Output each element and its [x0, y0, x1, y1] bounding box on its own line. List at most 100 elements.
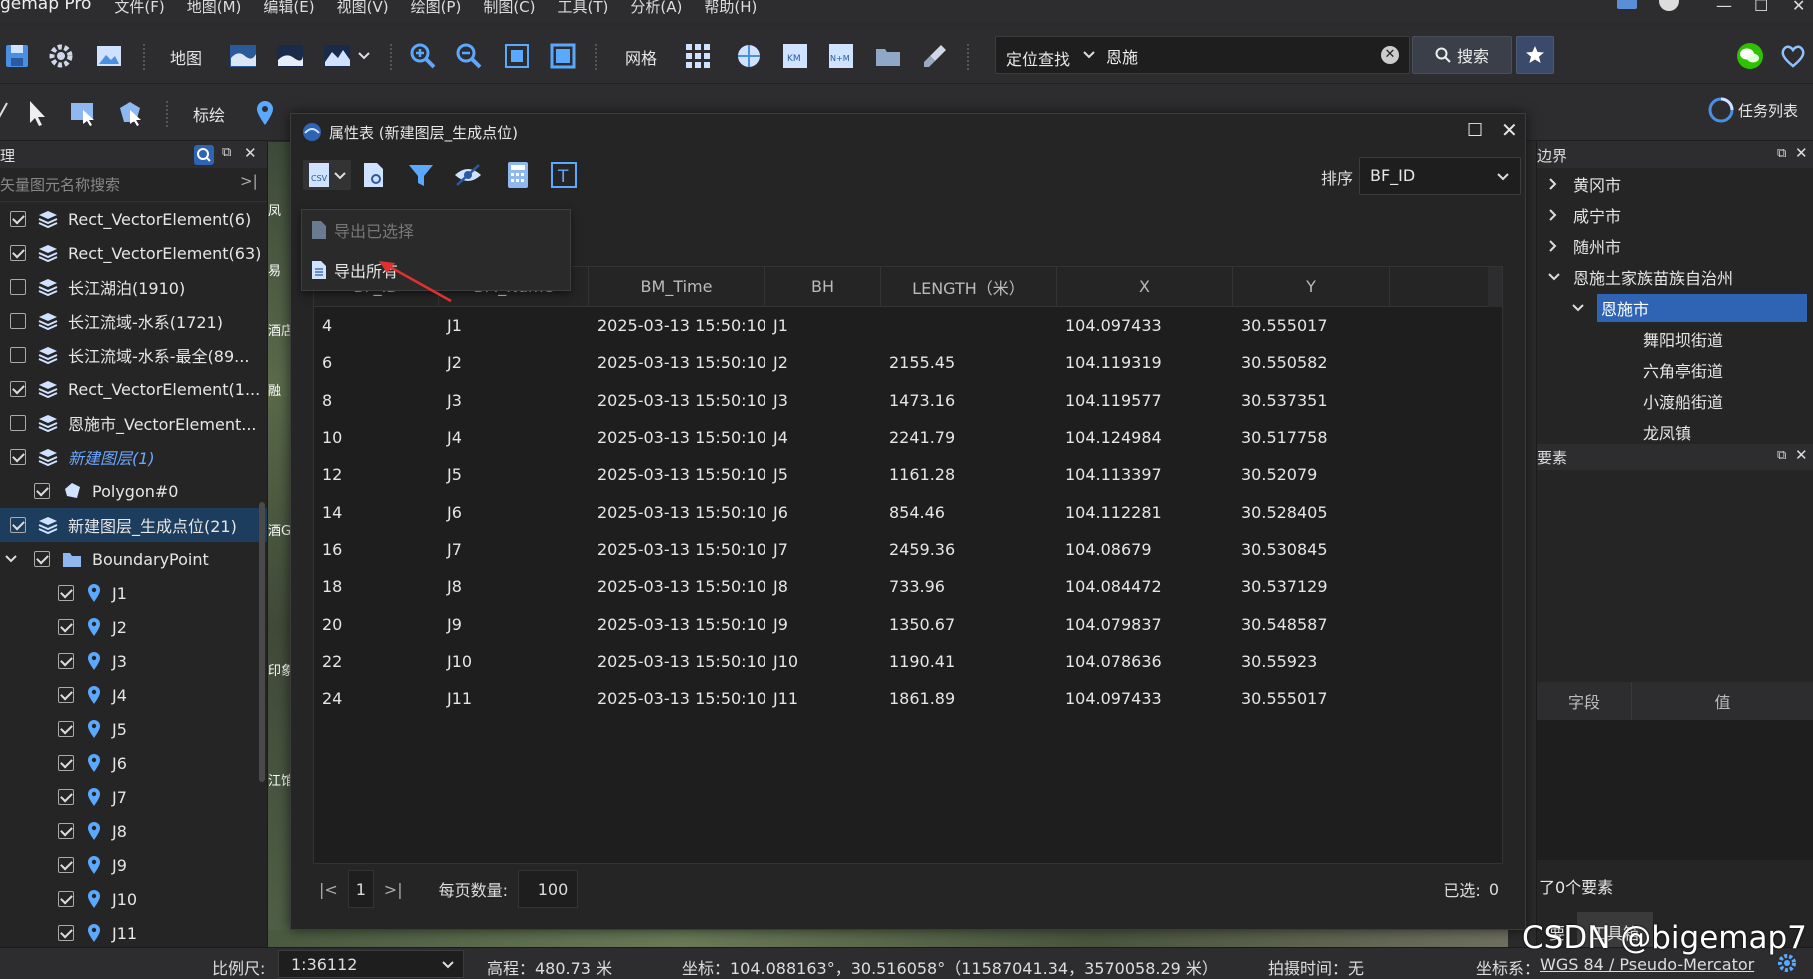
- layer-visibility-checkbox[interactable]: [58, 925, 74, 941]
- table-row[interactable]: 12 J5 2025-03-13 15:50:10 J5 1161.28 104.1133…: [314, 456, 1502, 493]
- satellite-map-icon[interactable]: [228, 41, 258, 71]
- marker-pin-icon[interactable]: [250, 98, 280, 128]
- table-row[interactable]: 16 J7 2025-03-13 15:50:10 J7 2459.36 104.0867…: [314, 531, 1502, 568]
- map-canvas-bottom[interactable]: [268, 930, 1508, 947]
- close-icon[interactable]: ✕: [1792, 0, 1805, 15]
- boundary-tree-item[interactable]: 小渡船街道: [1537, 385, 1813, 416]
- layer-row[interactable]: J10: [0, 882, 267, 916]
- layer-visibility-checkbox[interactable]: [10, 517, 26, 533]
- close-panel-icon[interactable]: ✕: [1795, 446, 1808, 464]
- chevron-down-icon[interactable]: [1082, 44, 1096, 70]
- layer-visibility-checkbox[interactable]: [58, 755, 74, 771]
- table-row[interactable]: 10 J4 2025-03-13 15:50:10 J4 2241.79 104.1249…: [314, 419, 1502, 456]
- calculator-icon[interactable]: [503, 160, 533, 190]
- layer-row[interactable]: Polygon#0: [0, 474, 267, 508]
- full-extent-icon[interactable]: [502, 41, 532, 71]
- layer-visibility-checkbox[interactable]: [10, 313, 26, 329]
- table-row[interactable]: 6 J2 2025-03-13 15:50:10 J2 2155.45 104.11931…: [314, 344, 1502, 381]
- boundary-tree-item[interactable]: 恩施市: [1537, 292, 1813, 323]
- crs-value-link[interactable]: WGS 84 / Pseudo-Mercator: [1540, 955, 1754, 974]
- rect-select-icon[interactable]: [68, 98, 98, 128]
- layer-row[interactable]: BoundaryPoint: [0, 542, 267, 576]
- column-header[interactable]: BH: [765, 267, 881, 306]
- polygon-select-icon[interactable]: [115, 98, 145, 128]
- float-panel-icon[interactable]: ⧉: [1777, 448, 1786, 463]
- column-header[interactable]: Y: [1233, 267, 1390, 306]
- layer-visibility-checkbox[interactable]: [10, 211, 26, 227]
- layer-visibility-checkbox[interactable]: [10, 449, 26, 465]
- menu-analysis[interactable]: 分析(A): [619, 0, 693, 17]
- layer-row[interactable]: Rect_VectorElement(6): [0, 202, 267, 236]
- menu-edit[interactable]: 编辑(E): [252, 0, 325, 17]
- km-grid-icon[interactable]: KM: [780, 41, 810, 71]
- layer-row[interactable]: 长江流域-水系-最全(89...: [0, 338, 267, 372]
- boundary-tree-item[interactable]: 随州市: [1537, 230, 1813, 261]
- folder-grid-icon[interactable]: [873, 41, 903, 71]
- grid-icon[interactable]: [683, 41, 713, 71]
- menu-help[interactable]: 帮助(H): [693, 0, 768, 17]
- lat-lng-grid-icon[interactable]: [734, 41, 764, 71]
- layer-visibility-checkbox[interactable]: [58, 721, 74, 737]
- clear-search-icon[interactable]: ✕: [1381, 46, 1399, 64]
- layer-row[interactable]: J1: [0, 576, 267, 610]
- brush-clear-icon[interactable]: [920, 41, 950, 71]
- chevron-right-icon[interactable]: [1547, 177, 1567, 191]
- wechat-icon[interactable]: [1735, 41, 1765, 71]
- table-row[interactable]: 24 J11 2025-03-13 15:50:10 J11 1861.89 104.09…: [314, 680, 1502, 717]
- layer-row[interactable]: J2: [0, 610, 267, 644]
- boundary-tree-item[interactable]: 舞阳坝街道: [1537, 323, 1813, 354]
- column-header[interactable]: X: [1057, 267, 1233, 306]
- settings-gear-icon[interactable]: [46, 41, 76, 71]
- fit-window-icon[interactable]: [548, 41, 578, 71]
- menu-tools[interactable]: 工具(T): [547, 0, 620, 17]
- layer-row[interactable]: J11: [0, 916, 267, 947]
- first-page-button[interactable]: |<: [319, 880, 338, 899]
- search-button[interactable]: 搜索: [1412, 36, 1512, 74]
- layer-visibility-checkbox[interactable]: [58, 823, 74, 839]
- table-row[interactable]: 18 J8 2025-03-13 15:50:10 J8 733.96 104.08447…: [314, 568, 1502, 605]
- layer-visibility-checkbox[interactable]: [58, 687, 74, 703]
- expand-chevron-icon[interactable]: [4, 551, 18, 570]
- layer-row[interactable]: 长江湖泊(1910): [0, 270, 267, 304]
- layer-row[interactable]: J6: [0, 746, 267, 780]
- search-input[interactable]: [1106, 42, 1366, 70]
- close-panel-icon[interactable]: ✕: [244, 144, 257, 162]
- table-row[interactable]: 4 J1 2025-03-13 15:50:10 J1 104.097433 30.555…: [314, 307, 1502, 344]
- layer-row[interactable]: J3: [0, 644, 267, 678]
- layer-visibility-checkbox[interactable]: [10, 245, 26, 261]
- page-size-input[interactable]: 100: [518, 870, 578, 908]
- select-pointer-icon[interactable]: [22, 98, 52, 128]
- layer-visibility-checkbox[interactable]: [58, 891, 74, 907]
- sort-field-select[interactable]: BF_ID: [1359, 157, 1521, 195]
- export-csv-icon[interactable]: CSV: [303, 160, 351, 190]
- maximize-window-icon[interactable]: ☐: [1467, 120, 1483, 141]
- filter-icon[interactable]: [406, 160, 436, 190]
- layer-visibility-checkbox[interactable]: [10, 279, 26, 295]
- layer-search-field[interactable]: 矢量图元名称搜索 >|: [0, 168, 267, 202]
- chevron-down-icon[interactable]: [1547, 271, 1567, 283]
- table-row[interactable]: 22 J10 2025-03-13 15:50:10 J10 1190.41 104.07…: [314, 643, 1502, 680]
- layer-visibility-checkbox[interactable]: [58, 857, 74, 873]
- float-panel-icon[interactable]: ⧉: [1777, 146, 1786, 161]
- map-dropdown-chevron-icon[interactable]: [354, 41, 374, 71]
- menu-map[interactable]: 地图(M): [176, 0, 253, 17]
- locate-scope-select[interactable]: 定位查找: [1006, 46, 1070, 70]
- maximize-icon[interactable]: ☐: [1754, 0, 1768, 15]
- heart-icon[interactable]: [1778, 41, 1808, 71]
- attribute-window-titlebar[interactable]: 属性表 (新建图层_生成点位) ☐ ✕: [291, 114, 1525, 150]
- favorite-star-button[interactable]: [1516, 36, 1554, 74]
- column-header[interactable]: LENGTH（米）: [881, 267, 1057, 306]
- message-icon[interactable]: [1616, 0, 1638, 15]
- export-selected-item[interactable]: 导出已选择: [302, 210, 570, 250]
- zoom-out-icon[interactable]: [454, 41, 484, 71]
- search-icon[interactable]: [194, 145, 214, 169]
- nm-grid-icon[interactable]: N+M: [826, 41, 856, 71]
- scale-select[interactable]: 1:36112: [278, 950, 464, 978]
- hide-eye-icon[interactable]: [453, 160, 483, 190]
- layer-row[interactable]: J9: [0, 848, 267, 882]
- menu-cartography[interactable]: 制图(C): [472, 0, 546, 17]
- chevron-right-icon[interactable]: [1547, 208, 1567, 222]
- float-panel-icon[interactable]: ⧉: [222, 145, 231, 160]
- layer-visibility-checkbox[interactable]: [58, 789, 74, 805]
- save-icon[interactable]: [2, 41, 32, 71]
